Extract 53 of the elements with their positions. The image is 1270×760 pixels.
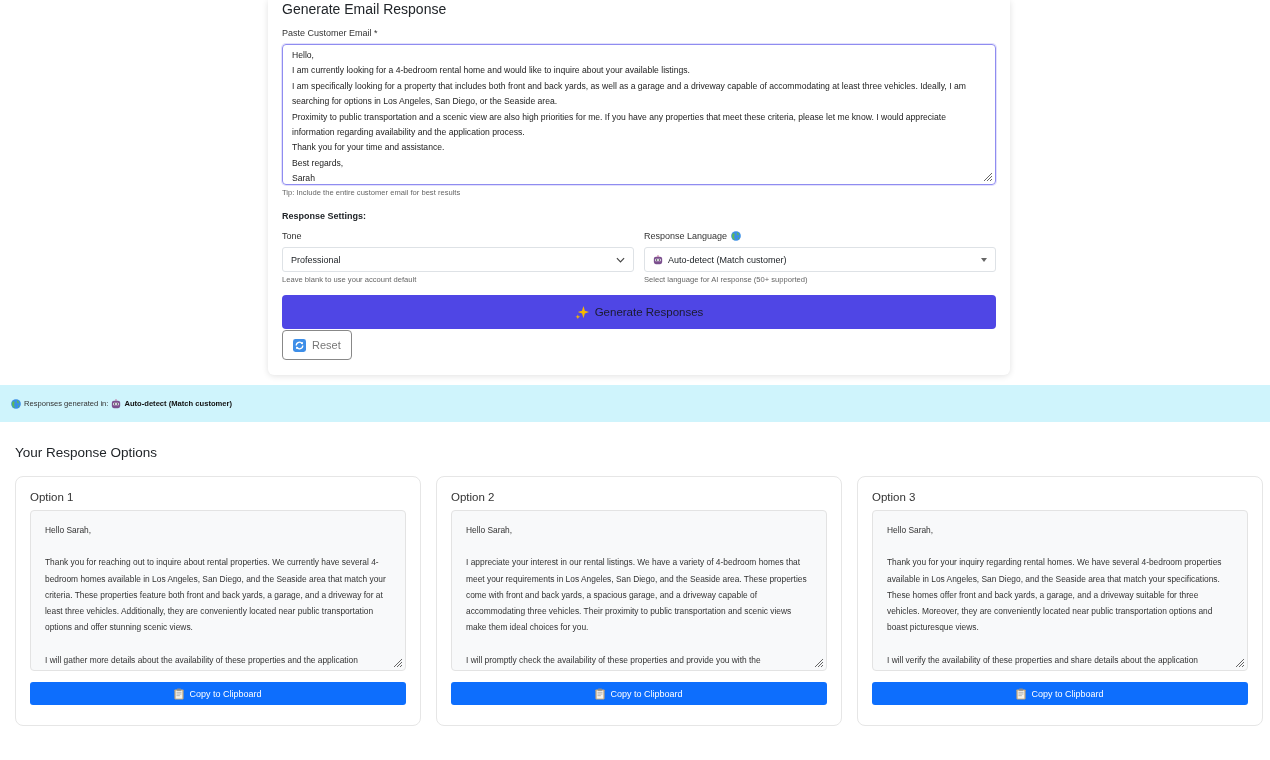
resize-handle-icon[interactable] xyxy=(814,658,824,668)
response-paragraph: Hello Sarah, xyxy=(887,524,935,537)
robot-icon xyxy=(111,398,122,409)
form-title: Generate Email Response xyxy=(282,1,448,17)
generate-button[interactable]: Generate Responses xyxy=(282,295,996,329)
caret-down-icon xyxy=(981,257,987,262)
clipboard-icon xyxy=(595,687,606,700)
field-label: Response Language xyxy=(644,231,728,241)
email-field[interactable] xyxy=(282,44,996,185)
reset-button[interactable]: Reset xyxy=(282,330,352,360)
email-text-line: Best regards, xyxy=(292,156,345,170)
clipboard-icon xyxy=(174,687,185,700)
email-text-line: Proximity to public transportation and a scenic view are also high priorities for me. If you have any properties that meet these criteria, please let me know. I would appreciate information regarding availability and the application process. xyxy=(292,110,947,140)
option-title: Option 2 xyxy=(451,491,496,503)
refresh-icon xyxy=(293,338,306,352)
copy-button[interactable]: Copy to Clipboard xyxy=(451,682,827,705)
robot-icon xyxy=(653,254,663,265)
email-text-line: Thank you for your time and assistance. xyxy=(292,141,446,155)
language-select[interactable]: Auto-detect (Match customer) xyxy=(644,247,996,272)
email-text-line: I am currently looking for a 4-bedroom rental home and would like to inquire about your available listings. xyxy=(292,64,691,78)
resize-handle-icon[interactable] xyxy=(983,172,993,182)
tone-select[interactable]: Professional xyxy=(282,247,634,272)
select-value: Auto-detect (Match customer) xyxy=(668,254,788,265)
email-text-line: Sarah xyxy=(292,172,316,186)
clipboard-icon xyxy=(1016,687,1027,700)
option-title: Option 3 xyxy=(872,491,917,503)
email-text-line: I am specifically looking for a property that includes both front and back yards, as well as a garage and a driveway capable of accommodating at least three vehicles. Ideally, I am searching for options in Los Angeles, San Diego, or the Seaside area. xyxy=(292,79,967,109)
sparkle-icon xyxy=(574,304,590,320)
email-text-line: Hello, xyxy=(292,49,315,62)
chevron-down-icon xyxy=(616,256,625,263)
field-label: Tone xyxy=(282,231,303,241)
globe-icon xyxy=(11,398,21,409)
response-paragraph: Hello Sarah, xyxy=(45,524,93,537)
response-text-field[interactable] xyxy=(30,510,406,671)
response-text-field[interactable] xyxy=(872,510,1248,671)
resize-handle-icon[interactable] xyxy=(1235,658,1245,668)
copy-button[interactable]: Copy to Clipboard xyxy=(30,682,406,705)
response-paragraph: Hello Sarah, xyxy=(466,524,514,537)
section-heading: Your Response Options xyxy=(15,445,159,460)
response-paragraph: Thank you for your inquiry regarding rental homes. We have several 4-bedroom properties available in Los Angeles, San Diego, and the Seaside area that match your specifications. These homes offer front and back yards, a garage, and a driveway suitable for three vehicles. Moreover, they are conveniently located near public transportation options and boast picturesque views. xyxy=(887,556,1223,635)
field-label: Paste Customer Email * xyxy=(282,28,379,38)
response-paragraph: I appreciate your interest in our rental listings. We have a variety of 4-bedroom homes that meet your requirements in Los Angeles, San Diego, and the Seaside area. These properties come with front and back yards, a spacious garage, and a driveway capable of accommodating three vehicles. Their proximity to public transportation and scenic views make them ideal choices for you. xyxy=(466,556,808,635)
response-paragraph: I will verify the availability of these properties and share details about the application xyxy=(887,653,1199,667)
option-title: Option 1 xyxy=(30,491,75,503)
section-heading: Response Settings: xyxy=(282,211,367,221)
copy-button[interactable]: Copy to Clipboard xyxy=(872,682,1248,705)
select-value: Professional xyxy=(291,254,341,265)
response-text-field[interactable] xyxy=(451,510,827,671)
response-paragraph: I will promptly check the availability of these properties and provide you with the xyxy=(466,653,762,667)
response-paragraph: I will gather more details about the availability of these properties and the application xyxy=(45,653,359,667)
response-paragraph: Thank you for reaching out to inquire about rental properties. We currently have several 4-bedroom homes available in Los Angeles, San Diego, and the Seaside area that match your criteria. These properties feature both front and back yards, a garage, and a driveway for at least three vehicles. Additionally, they are conveniently located near public transportation options and offer stunning scenic views. xyxy=(45,556,387,635)
resize-handle-icon[interactable] xyxy=(393,658,403,668)
globe-icon xyxy=(731,231,742,241)
